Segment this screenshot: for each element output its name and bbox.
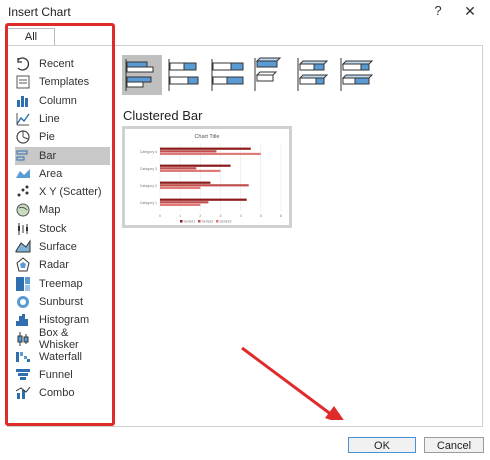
preview-chart: Chart Title 0 1 2 3 4 5 6 Category 1 Category 2 Ca… (140, 134, 282, 223)
preview-legend-label: Series2 (202, 219, 214, 223)
preview-legend-label: Series1 (184, 219, 196, 223)
preview-bar (160, 152, 261, 155)
close-button[interactable]: ✕ (463, 3, 477, 20)
preview-legend-swatch (198, 220, 201, 223)
preview-x-tick: 1 (179, 214, 181, 218)
preview-x-tick: 4 (240, 214, 242, 218)
preview-category-label: Category 1 (140, 201, 157, 205)
preview-category-label: Category 3 (140, 167, 157, 171)
red-arrow-shaft (241, 346, 337, 420)
preview-bar (160, 203, 201, 206)
help-button[interactable]: ? (431, 3, 445, 18)
preview-bar (160, 184, 249, 187)
category-highlight-annotation (5, 23, 115, 426)
stacked-bar-icon[interactable] (165, 55, 205, 95)
preview-category-label: Category 4 (140, 150, 157, 154)
preview-x-tick: 5 (260, 214, 262, 218)
preview-bar (160, 167, 197, 170)
preview-legend-swatch (180, 220, 183, 223)
3d-stacked-bar-icon[interactable] (294, 55, 334, 95)
preview-bar (160, 164, 231, 167)
3d-clustered-bar-icon[interactable] (251, 55, 291, 95)
preview-bar (160, 150, 217, 153)
preview-x-tick: 6 (280, 214, 282, 218)
cancel-button[interactable]: Cancel (424, 437, 484, 453)
dialog-title: Insert Chart (8, 5, 71, 19)
preview-x-tick: 3 (220, 214, 222, 218)
chart-subtype-heading: Clustered Bar (123, 108, 203, 123)
3d-100-stacked-bar-icon[interactable] (337, 55, 377, 95)
preview-category-label: Category 2 (140, 184, 157, 188)
preview-x-tick: 0 (159, 214, 161, 218)
preview-bar (160, 169, 221, 172)
preview-bar (160, 186, 201, 189)
clustered-bar-icon[interactable] (122, 55, 162, 95)
chart-preview[interactable]: Chart Title 0 1 2 3 4 5 6 Category 1 Category 2 Ca… (122, 126, 292, 228)
preview-bar (160, 198, 247, 201)
preview-legend-label: Series3 (220, 219, 232, 223)
annotation-arrow-layer (241, 346, 344, 420)
preview-legend-swatch (216, 220, 219, 223)
preview-x-tick: 2 (199, 214, 201, 218)
preview-bar (160, 201, 209, 204)
preview-bar (160, 181, 211, 184)
ok-button[interactable]: OK (348, 437, 416, 453)
preview-chart-title: Chart Title (194, 134, 219, 140)
preview-bar (160, 147, 251, 150)
100-stacked-bar-icon[interactable] (208, 55, 248, 95)
title-bar: Insert Chart ? ✕ (0, 0, 490, 24)
